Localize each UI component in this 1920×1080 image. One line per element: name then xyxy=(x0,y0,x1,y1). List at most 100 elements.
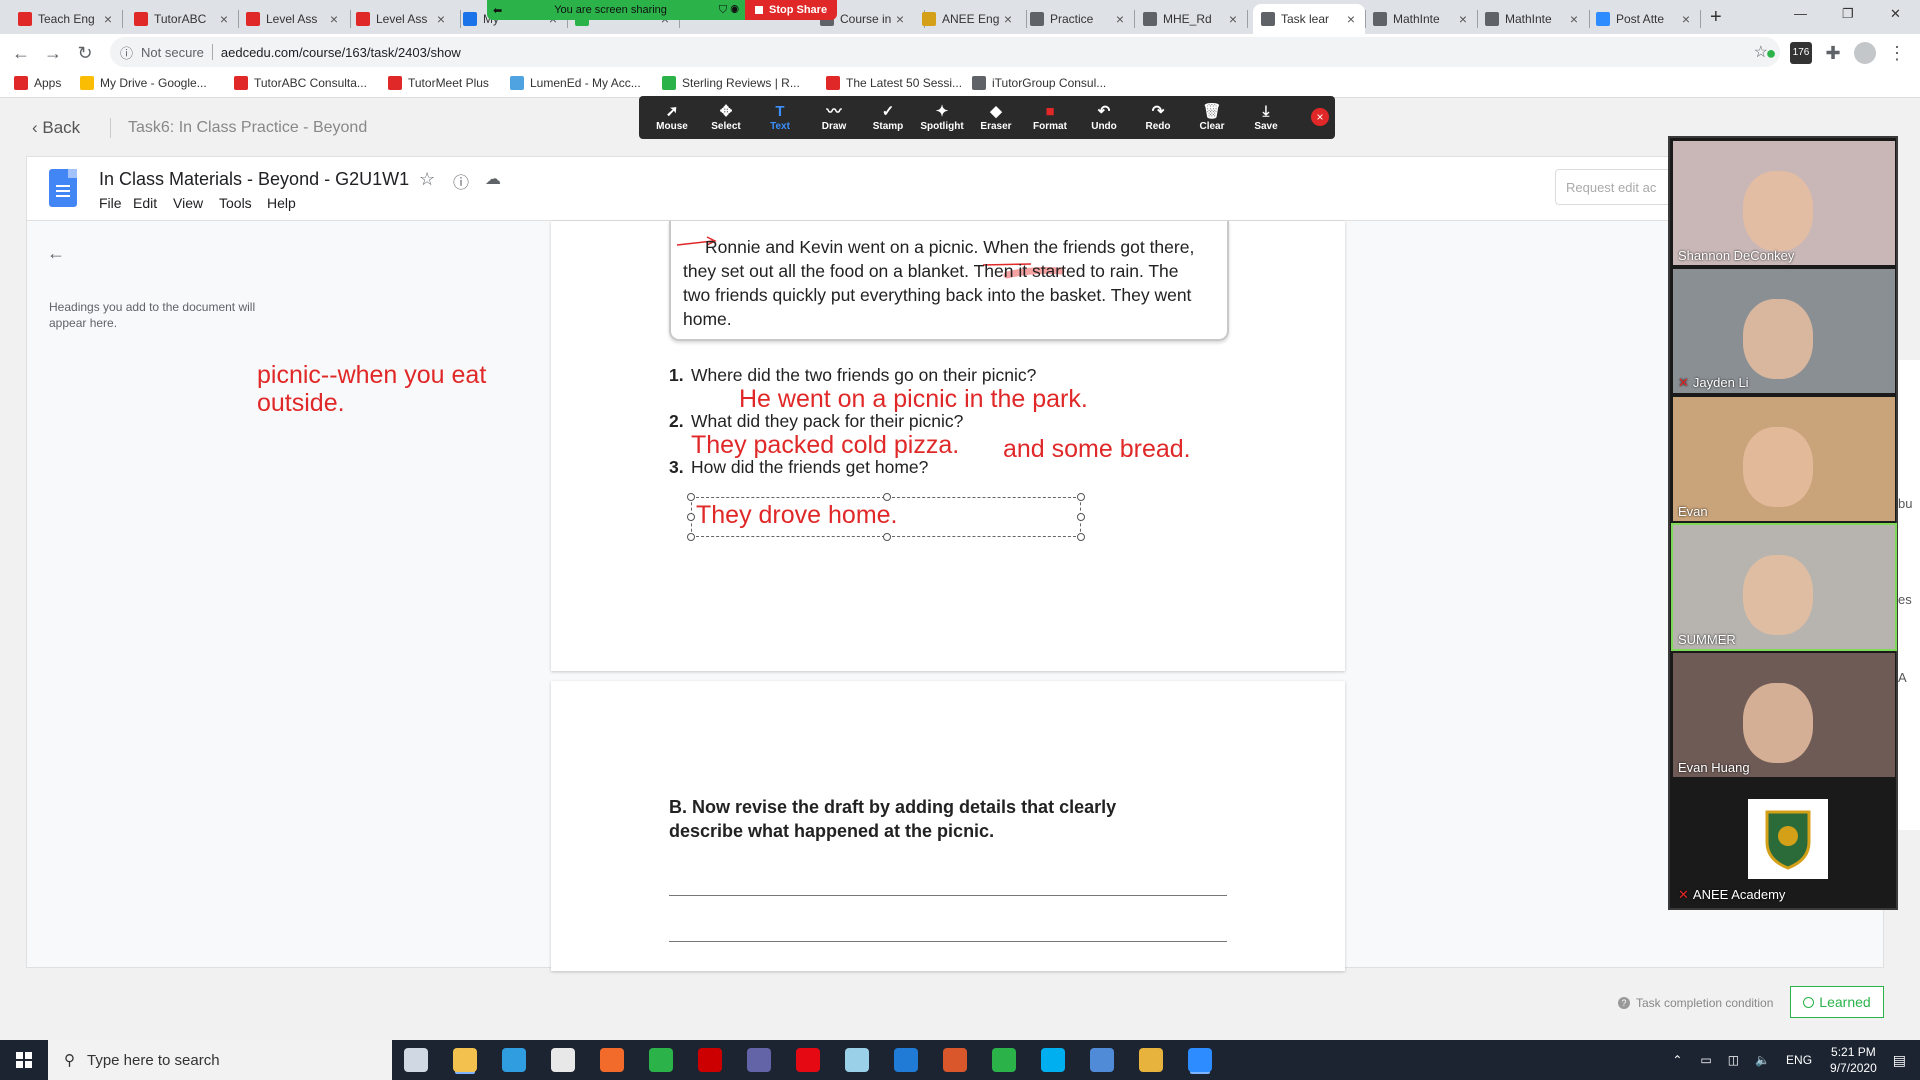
clock[interactable]: 5:21 PM 9/7/2020 xyxy=(1830,1044,1877,1076)
resize-handle[interactable] xyxy=(1077,513,1085,521)
browser-tab[interactable]: MathInte × xyxy=(1365,4,1477,34)
annotate-tool-spotlight[interactable]: ✦ Spotlight xyxy=(915,103,969,132)
menu-edit[interactable]: Edit xyxy=(133,195,157,211)
browser-tab[interactable]: TutorABC × xyxy=(126,4,238,34)
bookmark-item[interactable]: Sterling Reviews | R... xyxy=(662,76,800,90)
tab-close-icon[interactable]: × xyxy=(1225,11,1241,27)
back-button[interactable]: ‹ Back xyxy=(32,118,80,138)
tab-close-icon[interactable]: × xyxy=(100,11,116,27)
cnn-icon[interactable] xyxy=(698,1048,722,1072)
star-icon[interactable]: ☆ xyxy=(419,169,435,190)
minimize-icon[interactable]: — xyxy=(1794,6,1807,21)
annotate-tool-stamp[interactable]: ✓ Stamp xyxy=(861,103,915,132)
participant-video-tile[interactable]: Evan xyxy=(1673,397,1895,521)
vpn-icon[interactable] xyxy=(1090,1048,1114,1072)
menu-view[interactable]: View xyxy=(173,195,203,211)
bookmark-item[interactable]: My Drive - Google... xyxy=(80,76,207,90)
tumblr-icon[interactable] xyxy=(943,1048,967,1072)
resize-handle[interactable] xyxy=(1077,533,1085,541)
annotate-tool-save[interactable]: ⤓ Save xyxy=(1239,103,1293,132)
annotation-text-box[interactable]: They drove home. xyxy=(687,493,1085,541)
window-close-icon[interactable]: ✕ xyxy=(1890,6,1901,22)
menu-tools[interactable]: Tools xyxy=(219,195,252,211)
extensions-puzzle-icon[interactable]: ✚ xyxy=(1822,42,1844,64)
browser-tab[interactable]: Task lear × xyxy=(1253,4,1365,34)
annotate-tool-mouse[interactable]: ➚ Mouse xyxy=(645,103,699,132)
notepad-icon[interactable] xyxy=(845,1048,869,1072)
browser-tab[interactable]: Teach Eng × xyxy=(10,4,122,34)
browser-tab[interactable]: Level Ass × xyxy=(348,4,455,34)
tab-close-icon[interactable]: × xyxy=(1112,11,1128,27)
bookmark-item[interactable]: iTutorGroup Consul... xyxy=(972,76,1106,90)
details-info-icon[interactable]: ⓘ xyxy=(453,169,469,193)
file-explorer-icon[interactable] xyxy=(453,1048,477,1072)
zoom-icon[interactable] xyxy=(1188,1048,1212,1072)
participant-video-tile[interactable]: SUMMER xyxy=(1671,523,1897,651)
back-arrow-icon[interactable]: ← xyxy=(10,42,32,64)
menu-file[interactable]: File xyxy=(99,195,122,211)
forward-arrow-icon[interactable]: → xyxy=(42,42,64,64)
profile-avatar[interactable] xyxy=(1854,42,1876,64)
chrome-icon[interactable] xyxy=(1139,1048,1163,1072)
menu-help[interactable]: Help xyxy=(267,195,296,211)
tab-close-icon[interactable]: × xyxy=(1455,11,1471,27)
calendar-extension-icon[interactable]: 176 xyxy=(1790,42,1812,64)
annotate-close-icon[interactable]: × xyxy=(1311,108,1329,126)
windows-start-icon[interactable] xyxy=(0,1040,48,1080)
stop-share-button[interactable]: Stop Share xyxy=(745,0,838,20)
menu-kebab-icon[interactable]: ⋮ xyxy=(1886,42,1908,64)
participant-video-tile[interactable]: ✕ ANEE Academy xyxy=(1673,781,1895,905)
network-icon[interactable]: ◫ xyxy=(1728,1053,1739,1067)
task-completion-condition[interactable]: ? Task completion condition xyxy=(1618,996,1773,1010)
skype-icon[interactable] xyxy=(1041,1048,1065,1072)
browser-tab[interactable]: Level Ass × xyxy=(238,4,348,34)
outline-back-arrow-icon[interactable]: ← xyxy=(47,243,65,264)
tab-close-icon[interactable]: × xyxy=(1343,11,1359,27)
task-view-icon[interactable] xyxy=(404,1048,428,1072)
bookmark-item[interactable]: TutorMeet Plus xyxy=(388,76,489,90)
address-bar[interactable]: ⓘ Not secure aedcedu.com/course/163/task… xyxy=(110,37,1780,67)
answer-3[interactable]: They drove home. xyxy=(696,501,898,530)
tab-close-icon[interactable]: × xyxy=(1566,11,1582,27)
participant-video-tile[interactable]: Evan Huang xyxy=(1673,653,1895,777)
language-indicator[interactable]: ENG xyxy=(1786,1053,1812,1067)
bookmark-item[interactable]: The Latest 50 Sessi... xyxy=(826,76,962,90)
bookmark-item[interactable]: TutorABC Consulta... xyxy=(234,76,367,90)
resize-handle[interactable] xyxy=(883,533,891,541)
annotate-tool-eraser[interactable]: ◆ Eraser xyxy=(969,103,1023,132)
teams-icon[interactable] xyxy=(747,1048,771,1072)
resize-handle[interactable] xyxy=(883,493,891,501)
resize-handle[interactable] xyxy=(687,533,695,541)
doc-title[interactable]: In Class Materials - Beyond - G2U1W1 xyxy=(99,169,409,190)
cloud-status-icon[interactable]: ☁ xyxy=(485,169,501,189)
tab-close-icon[interactable]: × xyxy=(433,11,449,27)
annotate-tool-select[interactable]: ✥ Select xyxy=(699,103,753,132)
url-text[interactable]: aedcedu.com/course/163/task/2403/show xyxy=(221,45,461,60)
browser-tab[interactable]: Post Atte × xyxy=(1588,4,1700,34)
annotate-tool-undo[interactable]: ↶ Undo xyxy=(1077,103,1131,132)
annotate-tool-format[interactable]: ■ Format xyxy=(1023,103,1077,132)
taskbar-search[interactable]: ⚲ Type here to search xyxy=(48,1040,392,1080)
browser-tab[interactable]: Practice × xyxy=(1022,4,1134,34)
brave-icon[interactable] xyxy=(600,1048,624,1072)
tab-close-icon[interactable]: × xyxy=(1678,11,1694,27)
share-pin-icon[interactable]: ⬅ xyxy=(493,4,502,17)
annotate-tool-draw[interactable]: 〰 Draw xyxy=(807,103,861,132)
netflix-icon[interactable] xyxy=(796,1048,820,1072)
info-icon[interactable]: ⓘ xyxy=(120,43,133,62)
learned-button[interactable]: Learned xyxy=(1790,986,1884,1018)
edge-icon[interactable] xyxy=(502,1048,526,1072)
browser-tab[interactable]: MathInte × xyxy=(1477,4,1588,34)
docs-logo-icon[interactable] xyxy=(49,169,77,207)
tab-close-icon[interactable]: × xyxy=(326,11,342,27)
tab-close-icon[interactable]: × xyxy=(216,11,232,27)
annotate-tool-redo[interactable]: ↷ Redo xyxy=(1131,103,1185,132)
maximize-icon[interactable]: ❐ xyxy=(1842,6,1854,22)
resize-handle[interactable] xyxy=(687,513,695,521)
resize-handle[interactable] xyxy=(687,493,695,501)
browser-tab[interactable]: ANEE Eng × xyxy=(914,4,1022,34)
chevron-up-icon[interactable]: ⌃ xyxy=(1672,1053,1682,1067)
tab-close-icon[interactable]: × xyxy=(892,11,908,27)
store-icon[interactable] xyxy=(551,1048,575,1072)
evernote-icon[interactable] xyxy=(649,1048,673,1072)
